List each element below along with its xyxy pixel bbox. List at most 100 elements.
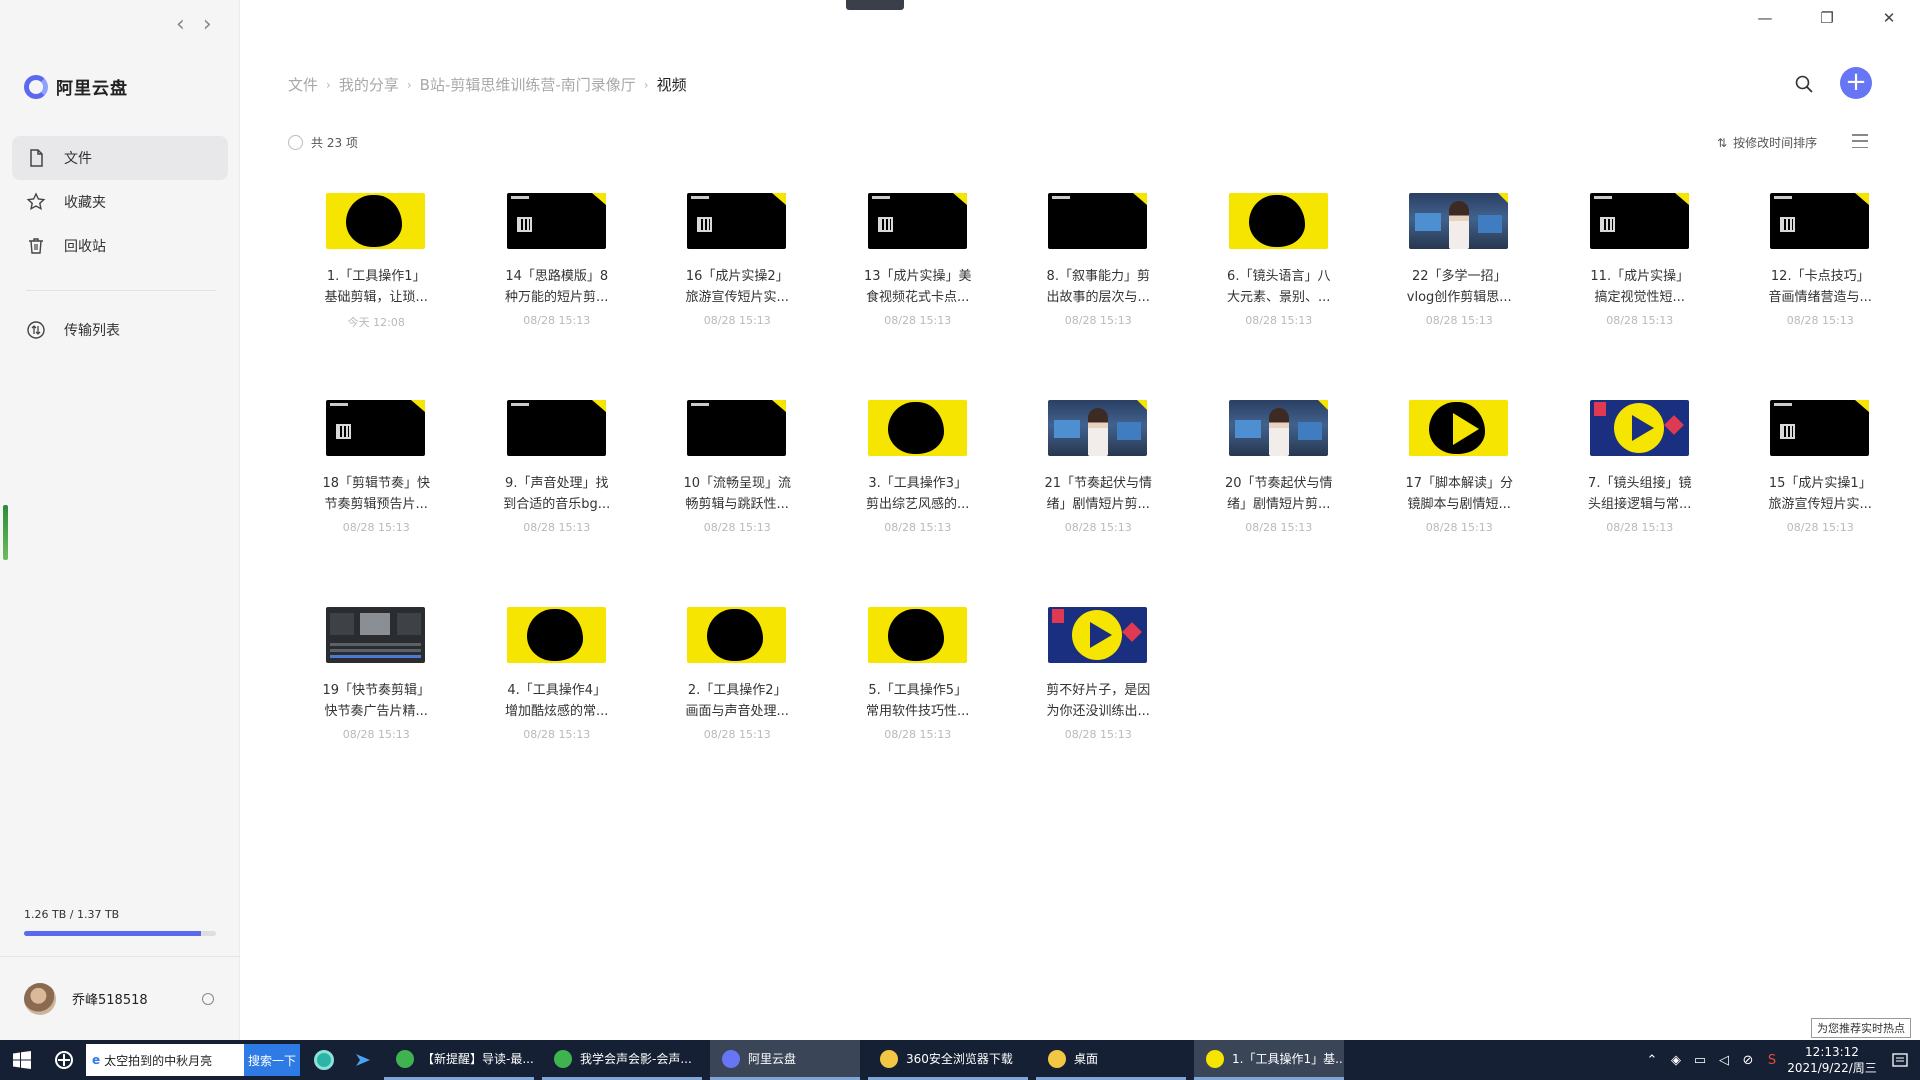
taskbar-task[interactable]: 我学会声会影-会声... [542,1040,702,1080]
add-button[interactable]: + [1840,67,1872,99]
file-name[interactable]: 14「思路模版」8 种万能的短片剪... [467,266,648,308]
windows-start-icon[interactable] [0,1040,44,1080]
video-thumbnail[interactable] [867,400,967,456]
video-thumbnail[interactable] [1770,400,1869,456]
video-thumbnail[interactable] [687,607,786,663]
network-icon[interactable]: ▭ [1688,1053,1712,1068]
feishu-icon[interactable] [344,1040,384,1080]
video-thumbnail[interactable] [1409,400,1508,456]
file-item[interactable]: 14「思路模版」8 种万能的短片剪... 08/28 15:13 [467,178,648,385]
video-thumbnail[interactable] [326,193,425,249]
file-name[interactable]: 13「成片实操」美 食视频花式卡点... [828,266,1009,308]
file-name[interactable]: 1.「工具操作1」 基础剪辑，让琐... [286,266,467,308]
taskbar-app-icon[interactable] [44,1040,84,1080]
file-item[interactable]: 20「节奏起伏与情 绪」剧情短片剪... 08/28 15:13 [1189,385,1370,592]
video-thumbnail[interactable] [1048,400,1147,456]
file-item[interactable]: 7.「镜头组接」镜 头组接逻辑与常... 08/28 15:13 [1550,385,1731,592]
video-thumbnail[interactable] [506,607,606,663]
video-thumbnail[interactable] [1228,193,1328,249]
sidebar-item-transfer-list[interactable]: 传输列表 [12,308,228,352]
file-name[interactable]: 剪不好片子，是因 为你还没训练出... [1008,680,1189,722]
video-thumbnail[interactable] [867,193,967,249]
search-input[interactable]: e 太空拍到的中秋月亮 [86,1044,244,1076]
chevron-up-icon[interactable]: ⌃ [1640,1053,1664,1068]
taskbar-task[interactable]: 360安全浏览器下载 [868,1040,1028,1080]
file-item[interactable]: 10「流畅呈现」流 畅剪辑与跳跃性... 08/28 15:13 [647,385,828,592]
file-name[interactable]: 2.「工具操作2」 画面与声音处理... [647,680,828,722]
file-item[interactable]: 9.「声音处理」找 到合适的音乐bg... 08/28 15:13 [467,385,648,592]
video-thumbnail[interactable] [687,400,786,456]
breadcrumb-item[interactable]: 我的分享 [339,74,399,95]
file-name[interactable]: 7.「镜头组接」镜 头组接逻辑与常... [1550,473,1731,515]
file-name[interactable]: 10「流畅呈现」流 畅剪辑与跳跃性... [647,473,828,515]
file-name[interactable]: 15「成片实操1」 旅游宣传短片实... [1730,473,1911,515]
file-name[interactable]: 12.「卡点技巧」 音画情绪营造与... [1730,266,1911,308]
sort-control[interactable]: ⇅ 按修改时间排序 [1717,134,1817,151]
video-thumbnail[interactable] [867,607,967,663]
file-name[interactable]: 18「剪辑节奏」快 节奏剪辑预告片... [286,473,467,515]
file-name[interactable]: 17「脚本解读」分 镜脚本与剧情短... [1369,473,1550,515]
block-icon[interactable]: ⊘ [1736,1053,1760,1068]
floating-toolbar-handle[interactable] [846,0,904,10]
file-item[interactable]: 2.「工具操作2」 画面与声音处理... 08/28 15:13 [647,592,828,799]
video-thumbnail[interactable] [1770,193,1869,249]
file-name[interactable]: 22「多学一招」 vlog创作剪辑思... [1369,266,1550,308]
file-item[interactable]: 21「节奏起伏与情 绪」剧情短片剪... 08/28 15:13 [1008,385,1189,592]
file-item[interactable]: 8.「叙事能力」剪 出故事的层次与... 08/28 15:13 [1008,178,1189,385]
minimize-icon[interactable]: — [1734,0,1796,36]
notification-icon[interactable] [1880,1040,1920,1080]
file-item[interactable]: 18「剪辑节奏」快 节奏剪辑预告片... 08/28 15:13 [286,385,467,592]
back-arrow-icon[interactable]: ‹ [176,12,185,37]
video-thumbnail[interactable] [1589,193,1689,249]
file-name[interactable]: 19「快节奏剪辑」 快节奏广告片精... [286,680,467,722]
file-name[interactable]: 21「节奏起伏与情 绪」剧情短片剪... [1008,473,1189,515]
video-thumbnail[interactable] [326,607,425,663]
file-name[interactable]: 3.「工具操作3」 剪出综艺风感的... [828,473,1009,515]
file-item[interactable]: 22「多学一招」 vlog创作剪辑思... 08/28 15:13 [1369,178,1550,385]
file-item[interactable]: 19「快节奏剪辑」 快节奏广告片精... 08/28 15:13 [286,592,467,799]
volume-icon[interactable]: ◁ [1712,1053,1736,1068]
file-item[interactable]: 13「成片实操」美 食视频花式卡点... 08/28 15:13 [828,178,1009,385]
sidebar-item-trash[interactable]: 回收站 [12,224,228,268]
taskbar-task[interactable]: 阿里云盘 [710,1040,860,1080]
file-name[interactable]: 9.「声音处理」找 到合适的音乐bg... [467,473,648,515]
hot-news-tooltip[interactable]: 为您推荐实时热点 [1811,1018,1911,1038]
video-thumbnail[interactable] [1409,193,1508,249]
taskbar-task[interactable]: 1.「工具操作1」基... [1194,1040,1344,1080]
file-item[interactable]: 1.「工具操作1」 基础剪辑，让琐... 今天 12:08 [286,178,467,385]
breadcrumb-item[interactable]: B站-剪辑思维训练营-南门录像厅 [420,74,636,95]
file-item[interactable]: 4.「工具操作4」 增加酷炫感的常... 08/28 15:13 [467,592,648,799]
ime-icon[interactable]: S [1760,1053,1784,1068]
settings-icon[interactable] [202,993,214,1005]
maximize-icon[interactable]: ❐ [1796,0,1858,36]
file-name[interactable]: 5.「工具操作5」 常用软件技巧性... [828,680,1009,722]
file-name[interactable]: 6.「镜头语言」八 大元素、景别、... [1189,266,1370,308]
file-name[interactable]: 8.「叙事能力」剪 出故事的层次与... [1008,266,1189,308]
sidebar-item-favorites[interactable]: 收藏夹 [12,180,228,224]
video-thumbnail[interactable] [326,400,425,456]
file-name[interactable]: 11.「成片实操」 搞定视觉性短... [1550,266,1731,308]
file-item[interactable]: 12.「卡点技巧」 音画情绪营造与... 08/28 15:13 [1730,178,1911,385]
taskbar-task[interactable]: 【新提醒】导读-最... [384,1040,534,1080]
video-thumbnail[interactable] [506,400,606,456]
video-thumbnail[interactable] [687,193,786,249]
file-item[interactable]: 剪不好片子，是因 为你还没训练出... 08/28 15:13 [1008,592,1189,799]
browser-icon[interactable] [304,1040,344,1080]
list-view-icon[interactable] [1852,134,1868,148]
avatar[interactable] [24,982,56,1015]
file-item[interactable]: 15「成片实操1」 旅游宣传短片实... 08/28 15:13 [1730,385,1911,592]
taskbar-task[interactable]: 桌面 [1036,1040,1186,1080]
file-item[interactable]: 5.「工具操作5」 常用软件技巧性... 08/28 15:13 [828,592,1009,799]
breadcrumb-item[interactable]: 文件 [288,74,318,95]
shield-icon[interactable]: ◈ [1664,1053,1688,1068]
file-item[interactable]: 11.「成片实操」 搞定视觉性短... 08/28 15:13 [1550,178,1731,385]
video-thumbnail[interactable] [506,193,606,249]
file-name[interactable]: 20「节奏起伏与情 绪」剧情短片剪... [1189,473,1370,515]
file-name[interactable]: 4.「工具操作4」 增加酷炫感的常... [467,680,648,722]
file-item[interactable]: 16「成片实操2」 旅游宣传短片实... 08/28 15:13 [647,178,828,385]
video-thumbnail[interactable] [1589,400,1689,456]
close-icon[interactable]: ✕ [1858,0,1920,36]
video-thumbnail[interactable] [1048,607,1147,663]
clock[interactable]: 12:13:12 2021/9/22/周三 [1784,1044,1880,1076]
file-name[interactable]: 16「成片实操2」 旅游宣传短片实... [647,266,828,308]
